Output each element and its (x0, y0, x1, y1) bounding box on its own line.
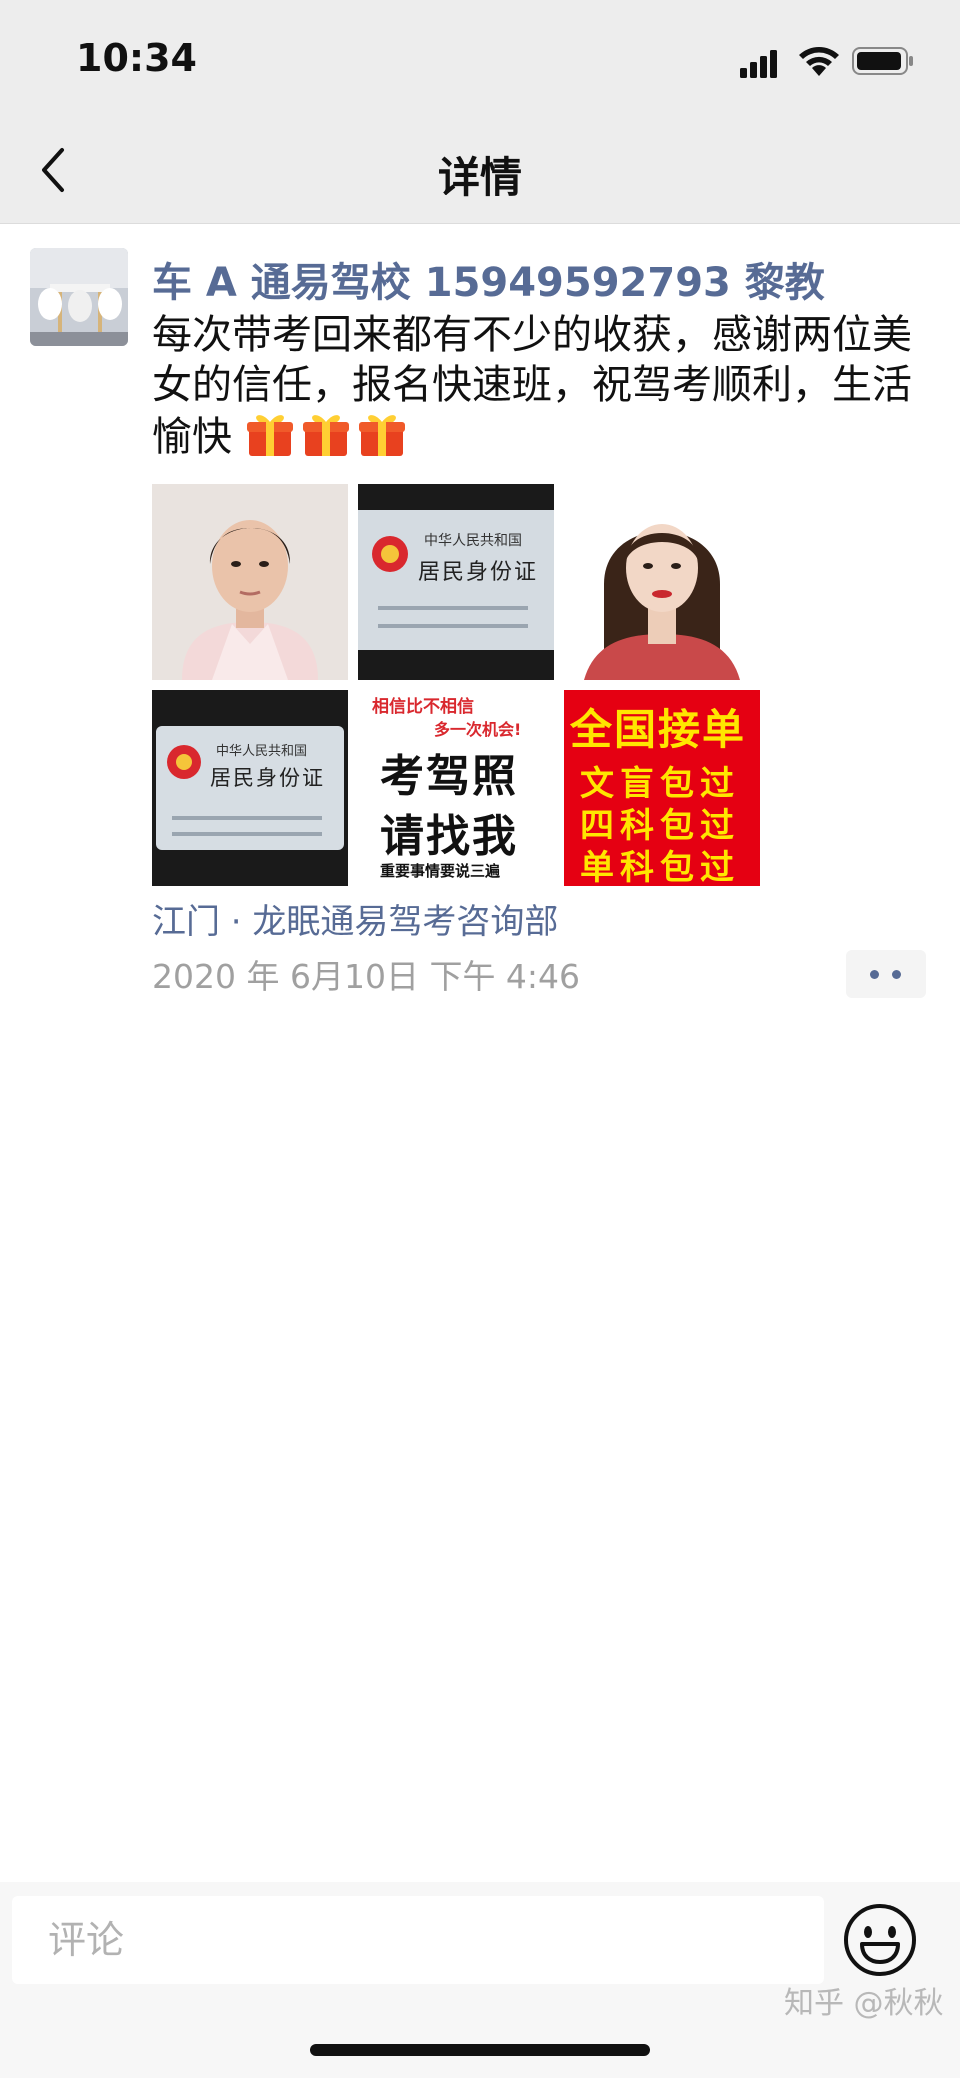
avatar-image (30, 248, 128, 346)
ad-top-label: 相信比不相信 (372, 697, 474, 717)
watermark: 知乎 @秋秋 (784, 1986, 944, 2021)
comment-input[interactable] (12, 1896, 824, 1984)
status-time: 10:34 (76, 36, 197, 80)
avatar[interactable] (30, 248, 128, 346)
photo-idcard-2[interactable]: 中华人民共和国 居民身份证 (152, 690, 348, 886)
ad-main-line-1: 考驾照 (380, 751, 518, 802)
cellular-signal-icon (740, 50, 777, 78)
more-dot-icon (870, 970, 879, 979)
gift-emoji-icon (246, 415, 293, 456)
status-bar: 10:34 (0, 0, 960, 118)
photo-portrait-1[interactable] (152, 484, 348, 680)
photo-ad-driving-license[interactable]: 相信比不相信 多一次机会! 考驾照 请找我 重要事情要说三遍 (358, 690, 554, 886)
ad-main-line-2: 请找我 (380, 811, 518, 862)
author-name[interactable]: 车 A 通易驾校 15949592793 黎教 (152, 250, 825, 308)
more-actions-button[interactable] (846, 950, 926, 998)
idcard-title: 居民身份证 (210, 766, 325, 790)
red-ad-title: 全国接单 (570, 705, 747, 754)
location-link[interactable]: 江门 · 龙眠通易驾考咨询部 (152, 894, 558, 943)
battery-icon (852, 47, 913, 75)
home-indicator (310, 2044, 650, 2056)
photo-ad-red[interactable]: 全国接单 文盲包过 四科包过 单科包过 (564, 690, 760, 886)
page-title: 详情 (437, 153, 522, 202)
idcard-country: 中华人民共和国 (424, 533, 522, 549)
photo-portrait-2[interactable] (564, 484, 760, 680)
more-dot-icon (892, 970, 901, 979)
wifi-icon (799, 47, 839, 76)
ad-chance-label: 多一次机会! (434, 720, 522, 739)
photo-idcard-1[interactable]: 中华人民共和国 居民身份证 (358, 484, 554, 680)
idcard-title: 居民身份证 (418, 560, 539, 585)
post-timestamp: 2020 年 6月10日 下午 4:46 (152, 957, 581, 996)
nav-bar: 详情 (0, 118, 960, 224)
image-grid: 中华人民共和国 居民身份证 中华人民共和国 居民身份证 相信比不相信 多一次机会… (152, 484, 772, 886)
emoji-icon[interactable] (842, 1902, 918, 1978)
idcard-country: 中华人民共和国 (216, 744, 308, 759)
gift-emoji-icon (358, 415, 405, 456)
ad-footer-label: 重要事情要说三遍 (380, 862, 501, 880)
gift-emoji-icon (302, 415, 349, 456)
post-content: 每次带考回来都有不少的收获，感谢两位美女的信任，报名快速班，祝驾考顺利，生活愉快 (152, 310, 932, 462)
red-ad-line-3: 单科包过 (580, 848, 740, 886)
